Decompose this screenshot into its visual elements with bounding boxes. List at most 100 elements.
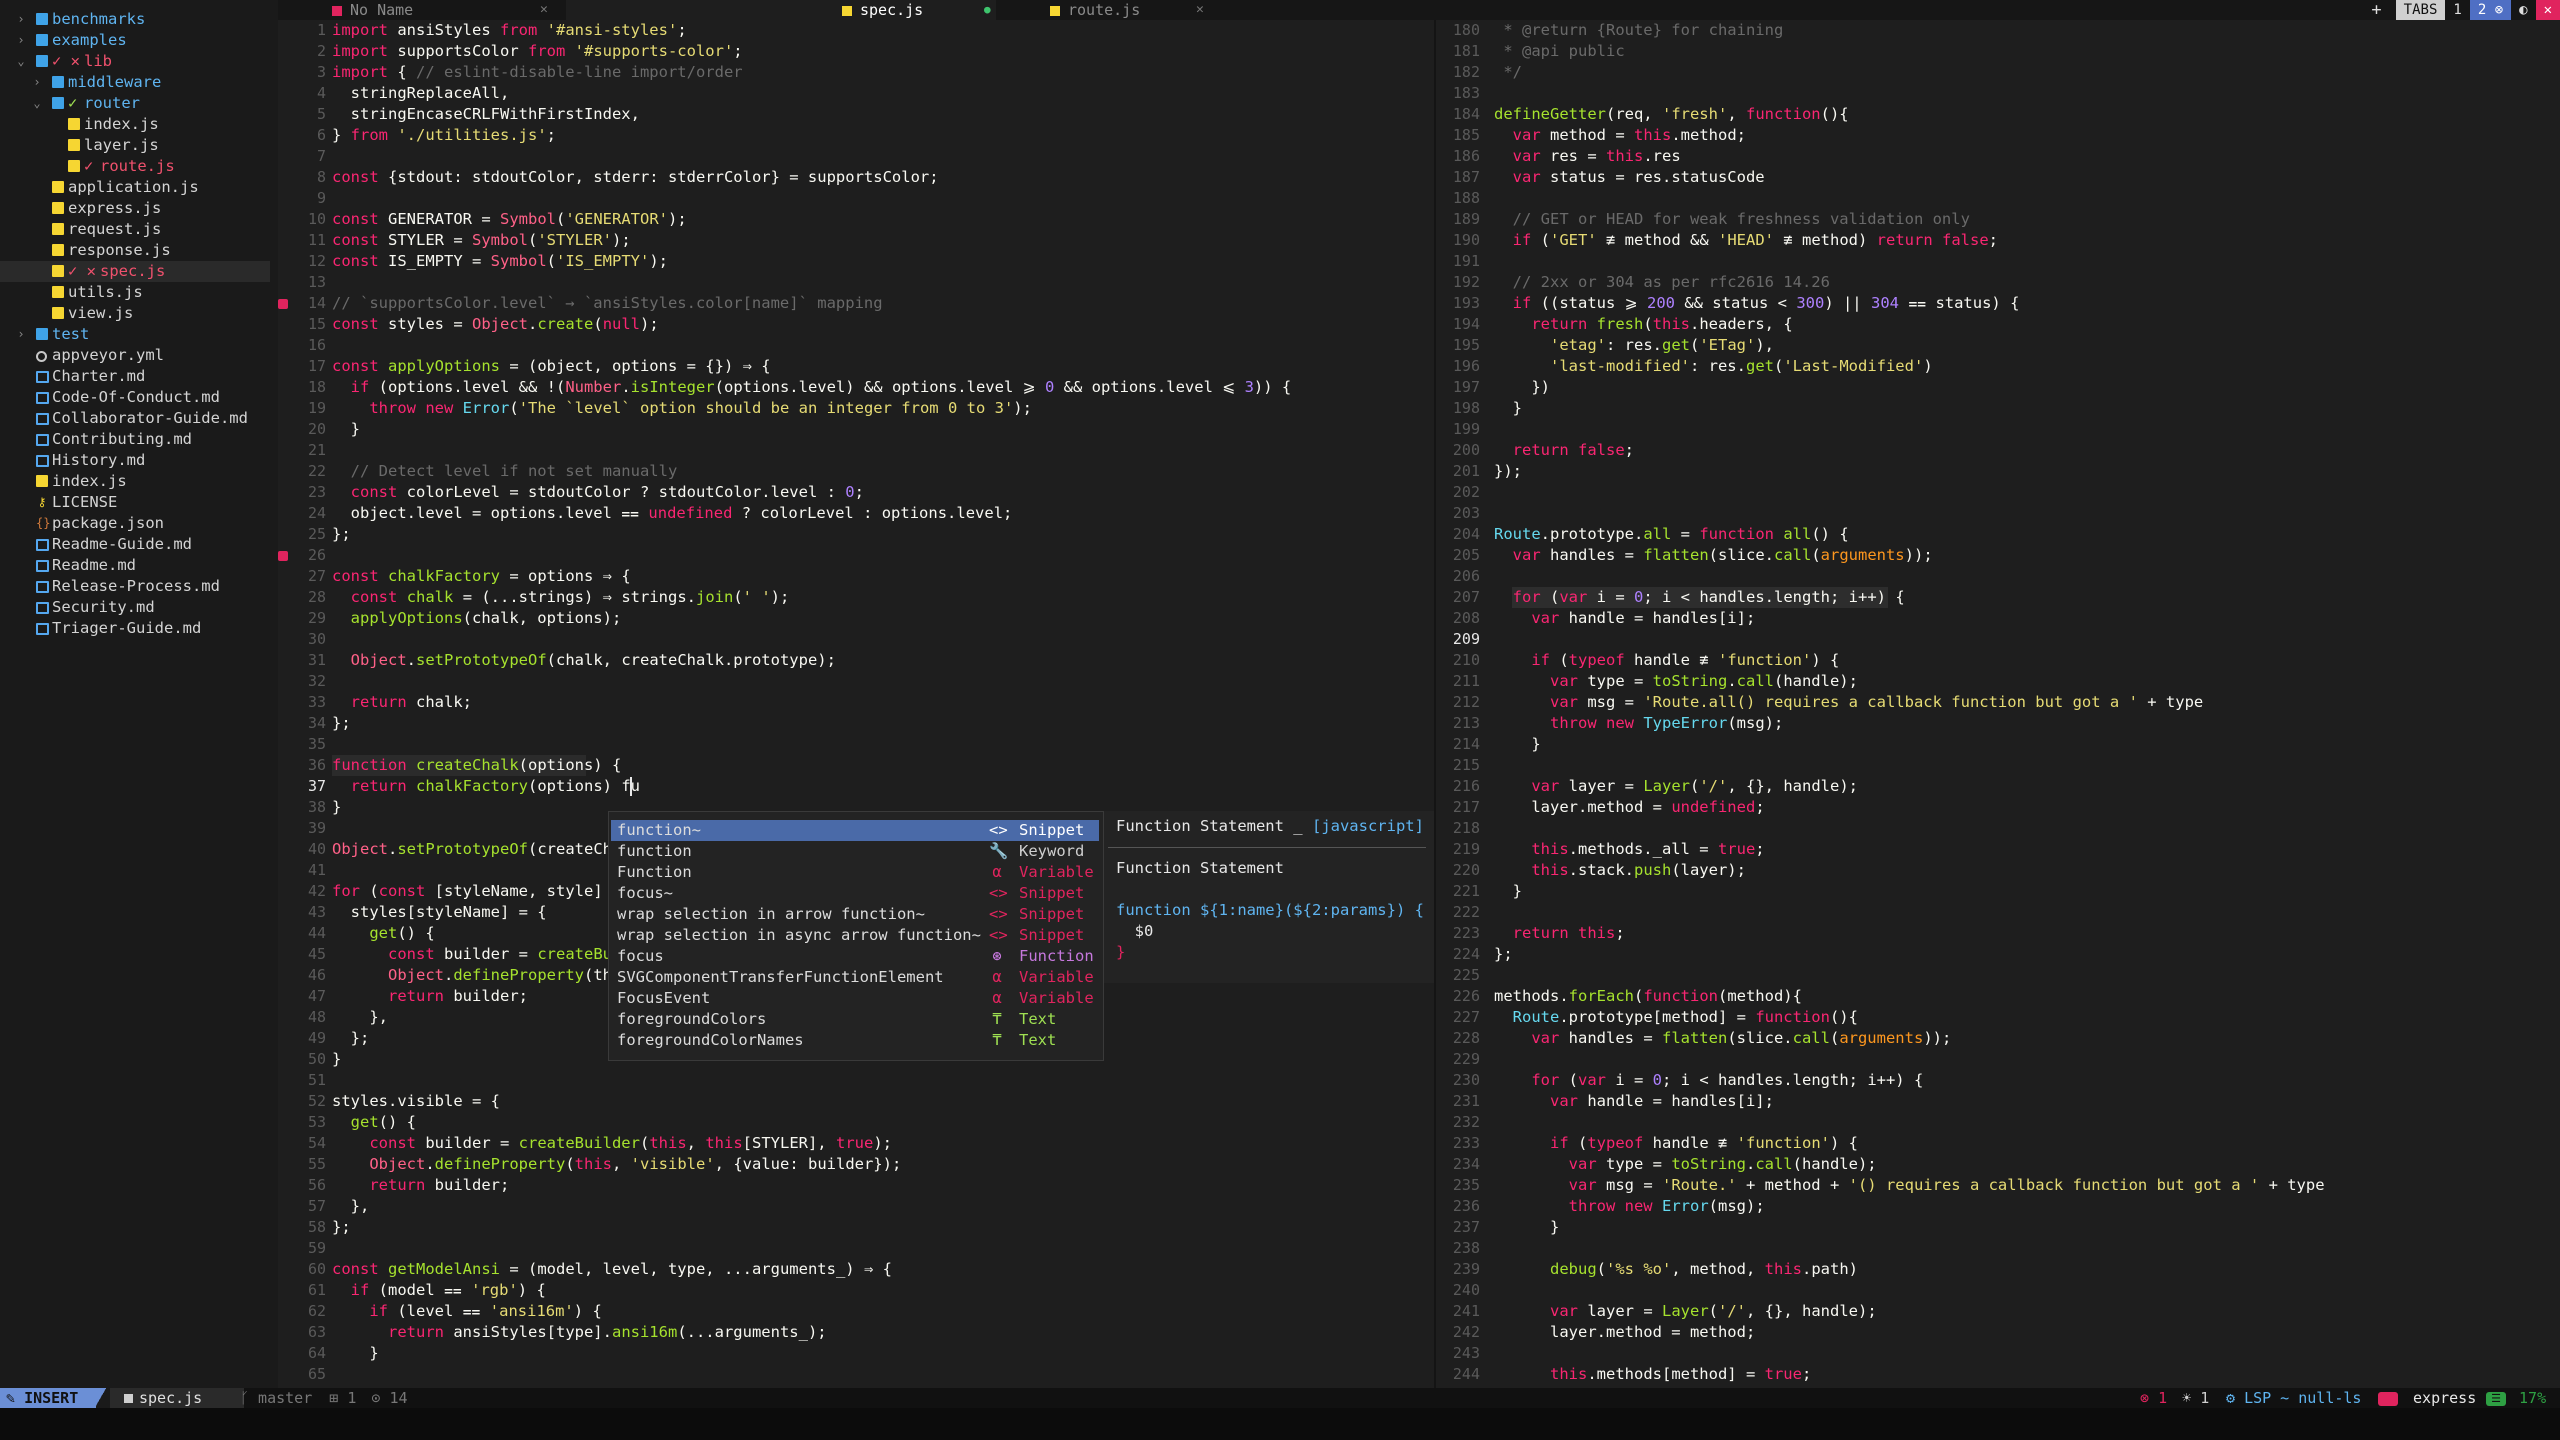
code-line[interactable]: import supportsColor from '#supports-col…: [332, 41, 743, 62]
tab-route-js[interactable]: route.js ✕: [998, 0, 1218, 20]
code-line[interactable]: 'last-modified': res.get('Last-Modified'…: [1494, 356, 1933, 377]
code-line[interactable]: styles[styleName] = {: [332, 902, 547, 923]
code-line[interactable]: var layer = Layer('/', {}, handle);: [1494, 1301, 1877, 1322]
chevron-right-icon[interactable]: ›: [14, 30, 28, 51]
tree-item-index-js[interactable]: index.js: [0, 471, 270, 492]
code-line[interactable]: }: [1494, 1217, 1559, 1238]
diagnostics[interactable]: ⊗ 1 ☀ 1: [2140, 1388, 2209, 1408]
code-line[interactable]: return false;: [1494, 440, 1634, 461]
code-line[interactable]: const getModelAnsi = (model, level, type…: [332, 1259, 892, 1280]
code-line[interactable]: // Detect level if not set manually: [332, 461, 678, 482]
chevron-right-icon[interactable]: ›: [30, 72, 44, 93]
code-line[interactable]: this.stack.push(layer);: [1494, 860, 1746, 881]
tree-item-application-js[interactable]: application.js: [0, 177, 270, 198]
theme-toggle-icon[interactable]: ◐: [2511, 0, 2535, 20]
code-line[interactable]: var handles = flatten(slice.call(argumen…: [1494, 1028, 1951, 1049]
completion-item[interactable]: Function α Variable: [611, 862, 1099, 883]
tab-page-2[interactable]: 2 ⊗: [2469, 0, 2512, 20]
tree-item-utils-js[interactable]: utils.js: [0, 282, 270, 303]
code-line[interactable]: if (options.level && !(Number.isInteger(…: [332, 377, 1292, 398]
completion-item[interactable]: focus~ <> Snippet: [611, 883, 1099, 904]
code-line[interactable]: Object.setPrototypeOf(chalk, createChalk…: [332, 650, 836, 671]
completion-item[interactable]: wrap selection in async arrow function~ <…: [611, 925, 1099, 946]
code-line[interactable]: if ((status ⩾ 200 && status < 300) || 30…: [1494, 293, 2020, 314]
code-line[interactable]: }: [332, 419, 360, 440]
code-line[interactable]: } from './utilities.js';: [332, 125, 556, 146]
completion-item[interactable]: function~ <> Snippet: [611, 820, 1099, 841]
editor-right-route-js[interactable]: 180 181 182 183 184 185 186 187 188 189 190 191 192 1…: [1436, 20, 2560, 1388]
code-line[interactable]: }: [1494, 881, 1522, 902]
code-line[interactable]: object.level = options.level ⩵ undefined…: [332, 503, 1013, 524]
tree-item-appveyor-yml[interactable]: appveyor.yml: [0, 345, 270, 366]
close-window-button[interactable]: ✕: [2535, 0, 2560, 20]
code-line[interactable]: var layer = Layer('/', {}, handle);: [1494, 776, 1858, 797]
code-line[interactable]: }: [332, 797, 341, 818]
code-line[interactable]: var status = res.statusCode: [1494, 167, 1765, 188]
git-branch[interactable]: ᚴ master ⊞ 1 ⊙ 14: [240, 1388, 408, 1408]
code-line[interactable]: var res = this.res: [1494, 146, 1681, 167]
code-line[interactable]: // `supportsColor.level` → `ansiStyles.c…: [332, 293, 883, 314]
completion-item[interactable]: foregroundColorNames ₸ Text: [611, 1030, 1099, 1051]
tree-item-router[interactable]: ⌄ ✓ router: [0, 93, 270, 114]
code-line[interactable]: for (var i = 0; i < handles.length; i++)…: [1494, 587, 1905, 608]
code-line[interactable]: return this;: [1494, 923, 1625, 944]
code-line[interactable]: var msg = 'Route.' + method + '() requir…: [1494, 1175, 2325, 1196]
tree-item-code-of-conduct-md[interactable]: Code-Of-Conduct.md: [0, 387, 270, 408]
code-line[interactable]: Object.defineProperty(this, 'visible', {…: [332, 1154, 901, 1175]
code-line[interactable]: layer.method = method;: [1494, 1322, 1755, 1343]
code-line[interactable]: if (typeof handle ≢ 'function') {: [1494, 1133, 1858, 1154]
code-line[interactable]: for (var i = 0; i < handles.length; i++)…: [1494, 1070, 1923, 1091]
code-line[interactable]: });: [1494, 461, 1522, 482]
tree-item-test[interactable]: › test: [0, 324, 270, 345]
code-line[interactable]: Object.setPrototypeOf(createCh: [332, 839, 612, 860]
tab-spec-js[interactable]: spec.js ●: [566, 0, 996, 20]
code-line[interactable]: // GET or HEAD for weak freshness valida…: [1494, 209, 1970, 230]
tab-page-1[interactable]: 1: [2445, 0, 2469, 20]
chevron-right-icon[interactable]: ›: [14, 9, 28, 30]
code-line[interactable]: * @return {Route} for chaining: [1494, 20, 1783, 41]
lsp-status[interactable]: ⚙ LSP ~ null-ls: [2226, 1388, 2361, 1408]
tree-item-history-md[interactable]: History.md: [0, 450, 270, 471]
code-line[interactable]: styles.visible = {: [332, 1091, 500, 1112]
code-line[interactable]: };: [1494, 944, 1513, 965]
code-line[interactable]: }: [1494, 734, 1540, 755]
code-line[interactable]: const chalkFactory = options ⇒ {: [332, 566, 631, 587]
code-line[interactable]: const applyOptions = (object, options = …: [332, 356, 771, 377]
completion-item[interactable]: wrap selection in arrow function~ <> Snipp…: [611, 904, 1099, 925]
code-line[interactable]: stringReplaceAll,: [332, 83, 510, 104]
tree-item-benchmarks[interactable]: › benchmarks: [0, 9, 270, 30]
command-line[interactable]: [0, 1408, 2560, 1440]
code-line[interactable]: return chalkFactory(options) fu: [332, 776, 640, 797]
diagnostic-sign-icon[interactable]: [278, 299, 288, 309]
code-line[interactable]: this.methods._all = true;: [1494, 839, 1764, 860]
code-line[interactable]: debug('%s %o', method, this.path): [1494, 1259, 1858, 1280]
code-line[interactable]: const styles = Object.create(null);: [332, 314, 659, 335]
code-line[interactable]: return builder;: [332, 986, 528, 1007]
tree-item-release-process-md[interactable]: Release-Process.md: [0, 576, 270, 597]
chevron-down-icon[interactable]: ⌄: [30, 93, 44, 114]
code-line[interactable]: for (const [styleName, style]: [332, 881, 603, 902]
code-line[interactable]: import { // eslint-disable-line import/o…: [332, 62, 743, 83]
code-line[interactable]: methods.forEach(function(method){: [1494, 986, 1802, 1007]
tree-item-license[interactable]: ⚷ LICENSE: [0, 492, 270, 513]
code-line[interactable]: layer.method = undefined;: [1494, 797, 1764, 818]
code-line[interactable]: Route.prototype.all = function all() {: [1494, 524, 1849, 545]
completion-item[interactable]: SVGComponentTransferFunctionElement α Vari…: [611, 967, 1099, 988]
code-line[interactable]: var type = toString.call(handle);: [1494, 671, 1858, 692]
code-line[interactable]: const chalk = (...strings) ⇒ strings.joi…: [332, 587, 790, 608]
tree-item-response-js[interactable]: response.js: [0, 240, 270, 261]
code-line[interactable]: const IS_EMPTY = Symbol('IS_EMPTY');: [332, 251, 668, 272]
tree-item-index-js[interactable]: index.js: [0, 114, 270, 135]
code-line[interactable]: const builder = createBu: [332, 944, 612, 965]
code-line[interactable]: };: [332, 1217, 351, 1238]
code-line[interactable]: if (typeof handle ≢ 'function') {: [1494, 650, 1839, 671]
tree-item-lib[interactable]: ⌄ ✓ ✕ lib: [0, 51, 270, 72]
code-line[interactable]: },: [332, 1196, 370, 1217]
tree-item-view-js[interactable]: view.js: [0, 303, 270, 324]
tree-item-examples[interactable]: › examples: [0, 30, 270, 51]
statusline-file[interactable]: spec.js: [110, 1388, 244, 1408]
close-icon[interactable]: ✕: [1196, 0, 1204, 20]
tree-item-middleware[interactable]: › middleware: [0, 72, 270, 93]
tree-item-layer-js[interactable]: layer.js: [0, 135, 270, 156]
code-line[interactable]: stringEncaseCRLFWithFirstIndex,: [332, 104, 640, 125]
